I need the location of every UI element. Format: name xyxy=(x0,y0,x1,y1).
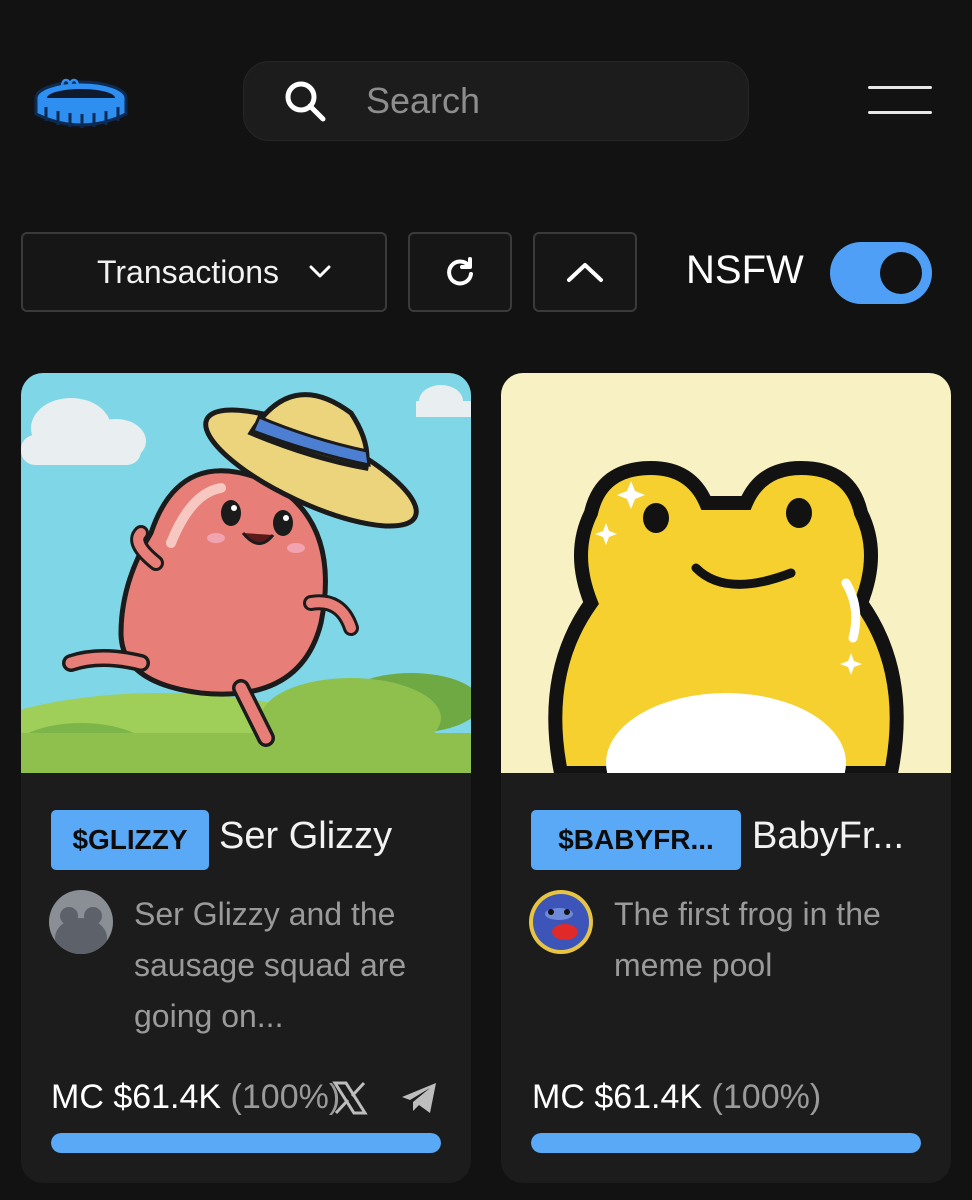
market-cap-value: MC $61.4K xyxy=(51,1078,222,1116)
pool-logo-icon[interactable] xyxy=(32,74,130,132)
token-name[interactable]: Ser Glizzy xyxy=(219,815,392,858)
chevron-down-icon xyxy=(309,265,331,278)
chevron-up-icon xyxy=(567,263,603,282)
telegram-icon[interactable] xyxy=(399,1079,439,1117)
search-bar[interactable] xyxy=(243,61,749,141)
market-cap-value: MC $61.4K xyxy=(532,1078,703,1116)
menu-line xyxy=(868,111,932,114)
sausage-image xyxy=(21,373,471,773)
menu-line xyxy=(868,86,932,89)
token-card-glizzy[interactable]: $GLIZZY Ser Glizzy Ser Glizzy and the sa… xyxy=(21,373,471,1183)
search-icon xyxy=(285,81,326,122)
refresh-icon xyxy=(447,257,473,286)
bonding-progress-bar xyxy=(531,1133,921,1153)
token-ticker-badge[interactable]: $BABYFR... xyxy=(531,810,741,870)
market-cap: MC $61.4K (100%) xyxy=(532,1078,821,1117)
refresh-button[interactable] xyxy=(408,232,512,312)
nsfw-toggle[interactable] xyxy=(830,242,932,304)
token-description: The first frog in the meme pool xyxy=(614,896,881,983)
token-description: Ser Glizzy and the sausage squad are goi… xyxy=(134,896,407,1034)
creator-avatar[interactable] xyxy=(49,890,113,954)
toggle-knob xyxy=(880,252,922,294)
sort-dropdown-label: Transactions xyxy=(97,253,279,290)
token-card-babyfrog[interactable]: $BABYFR... BabyFr... The first frog in t… xyxy=(501,373,951,1183)
search-input[interactable] xyxy=(364,79,708,123)
hamburger-menu-icon[interactable] xyxy=(868,86,934,116)
market-cap-percent: (100%) xyxy=(711,1078,822,1116)
bonding-progress-fill xyxy=(51,1133,441,1153)
sort-dropdown[interactable]: Transactions xyxy=(21,232,387,312)
creator-avatar[interactable] xyxy=(529,890,593,954)
collapse-button[interactable] xyxy=(533,232,637,312)
token-ticker-badge[interactable]: $GLIZZY xyxy=(51,810,209,870)
bonding-progress-bar xyxy=(51,1133,441,1153)
bonding-progress-fill xyxy=(531,1133,921,1153)
frog-image xyxy=(501,373,951,773)
nsfw-label: NSFW xyxy=(686,248,804,292)
market-cap-percent: (100%) xyxy=(230,1078,341,1116)
market-cap: MC $61.4K (100%) xyxy=(51,1078,340,1117)
token-name[interactable]: BabyFr... xyxy=(752,815,904,858)
